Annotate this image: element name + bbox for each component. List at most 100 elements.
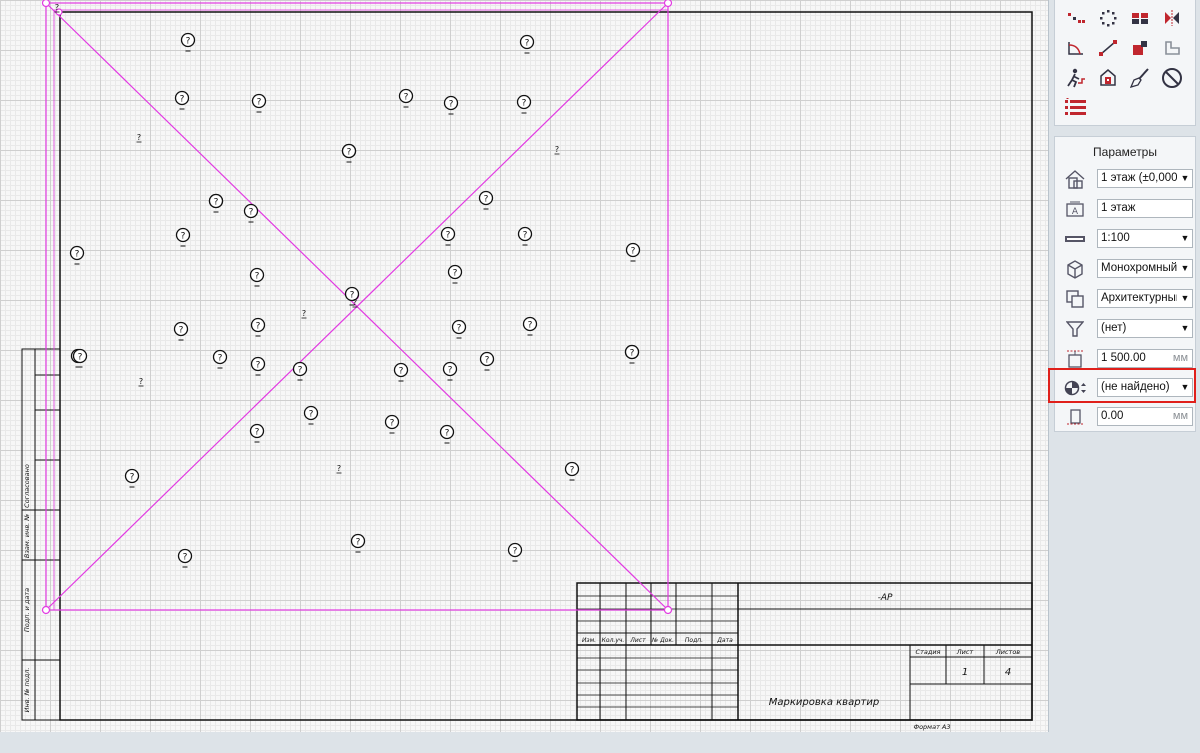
marker-label: ?	[298, 366, 303, 376]
apartment-marker[interactable]: ?	[384, 414, 400, 434]
apartment-marker[interactable]: ?	[212, 349, 228, 369]
marker-label: ?	[255, 428, 260, 438]
apartment-marker[interactable]: ?	[180, 32, 196, 52]
floor-row: 1 этаж (±0,000) ▼	[1061, 167, 1193, 191]
side-stamp-label: Инв. № подл.	[23, 668, 31, 713]
apartment-marker[interactable]: ?	[393, 362, 409, 382]
diagonal-line-icon[interactable]	[1095, 36, 1121, 60]
apartment-marker[interactable]: ?	[478, 190, 494, 210]
prohibit-icon[interactable]	[1159, 66, 1185, 90]
distribute-points-icon[interactable]	[1095, 6, 1121, 30]
apartment-marker[interactable]: ?	[292, 361, 308, 381]
pattern-sort-icon	[1063, 377, 1087, 399]
room-label: ?	[138, 377, 144, 387]
apartment-marker[interactable]: ?	[173, 321, 189, 341]
marker-label: ?	[523, 231, 528, 241]
side-stamp-label: Взам. инв. №	[23, 514, 31, 558]
apartment-marker[interactable]: ?	[442, 361, 458, 381]
apartment-marker[interactable]: ?	[249, 267, 265, 287]
drawing-sheet[interactable]: Согласовано Взам. инв. № Подп. и дата Инв. …	[0, 0, 1048, 732]
apartment-marker[interactable]: ?	[174, 90, 190, 110]
apartment-marker[interactable]: ?	[175, 227, 191, 247]
apartment-marker[interactable]: ?	[243, 203, 259, 223]
chevron-down-icon: ▼	[1178, 379, 1192, 396]
marker-label: ?	[255, 272, 260, 282]
apartment-marker[interactable]: ?	[625, 242, 641, 262]
numbered-list-icon[interactable]	[1063, 96, 1089, 120]
person-stairs-icon[interactable]	[1063, 66, 1089, 90]
fill-bucket-icon[interactable]	[1095, 66, 1121, 90]
marker-label: ?	[485, 356, 490, 366]
select-points-icon[interactable]	[1063, 6, 1089, 30]
apartment-marker[interactable]: ?	[439, 424, 455, 444]
grip-handle	[41, 605, 51, 615]
apartment-marker[interactable]: ?	[440, 226, 456, 246]
apartment-marker[interactable]: ?	[516, 94, 532, 114]
side-stamp-label: Согласовано	[23, 464, 31, 508]
marker-label: ?	[513, 547, 518, 557]
text-label-icon: A	[1063, 198, 1087, 220]
svg-text:A: A	[1072, 207, 1079, 217]
apartment-marker[interactable]: ?	[451, 319, 467, 339]
apartment-marker[interactable]: ?	[522, 316, 538, 336]
marker-label: ?	[525, 39, 530, 49]
drawing-canvas[interactable]: Согласовано Взам. инв. № Подп. и дата Инв. …	[0, 0, 1049, 732]
pattern-select[interactable]: (не найдено) ▼	[1097, 378, 1193, 397]
marker-label: ?	[399, 367, 404, 377]
marker-label: ?	[528, 321, 533, 331]
apartment-marker[interactable]: ?	[341, 143, 357, 163]
apartment-marker[interactable]: ?	[251, 93, 267, 113]
room-label: ?	[336, 464, 342, 474]
floor-select[interactable]: 1 этаж (±0,000) ▼	[1097, 169, 1193, 188]
project-code: -АР	[878, 593, 893, 603]
column-header: Изм.	[582, 637, 596, 644]
apartment-marker[interactable]: ?	[69, 245, 85, 265]
apartment-marker[interactable]: ?	[208, 193, 224, 213]
svg-text:?: ?	[337, 464, 341, 473]
apartment-marker[interactable]: ?	[72, 348, 88, 368]
apartment-marker[interactable]: ?	[249, 423, 265, 443]
apartment-marker[interactable]: ?	[303, 405, 319, 425]
marker-label: ?	[214, 198, 219, 208]
sheets-count: 4	[1005, 667, 1011, 678]
marker-label: ?	[449, 100, 454, 110]
scale-ruler-icon	[1063, 228, 1087, 250]
apartment-marker[interactable]: ?	[519, 34, 535, 54]
red-squares-icon[interactable]	[1127, 36, 1153, 60]
offset-icon	[1063, 406, 1087, 428]
sheet-number: 1	[962, 667, 968, 678]
color-mode-select[interactable]: Монохромный ▼	[1097, 259, 1193, 278]
window-layout-icon[interactable]	[1127, 6, 1153, 30]
marker-label: ?	[181, 232, 186, 242]
apartment-marker[interactable]: ?	[398, 88, 414, 108]
filter-select[interactable]: (нет) ▼	[1097, 319, 1193, 338]
marker-label: ?	[631, 247, 636, 257]
apartment-marker[interactable]: ?	[479, 351, 495, 371]
apartment-marker[interactable]: ?	[564, 461, 580, 481]
apartment-marker[interactable]: ?	[443, 95, 459, 115]
apartment-marker[interactable]: ?	[350, 533, 366, 553]
tools-panel	[1054, 0, 1196, 126]
grip-handle	[663, 0, 673, 8]
apartment-marker[interactable]: ?	[447, 264, 463, 284]
mirror-icon[interactable]	[1159, 6, 1185, 30]
apartment-marker[interactable]: ?	[517, 226, 533, 246]
angle-dimension-icon[interactable]	[1063, 36, 1089, 60]
discipline-select[interactable]: Архитектурный ▼	[1097, 289, 1193, 308]
apartment-marker[interactable]: ?	[624, 344, 640, 364]
apartment-marker[interactable]: ?	[250, 317, 266, 337]
apartment-marker[interactable]: ?	[507, 542, 523, 562]
brush-icon[interactable]	[1127, 66, 1153, 90]
corner-icon[interactable]	[1159, 36, 1185, 60]
apartment-marker[interactable]: ?	[124, 468, 140, 488]
apartment-marker[interactable]: ?	[250, 356, 266, 376]
color-mode-row: Монохромный ▼	[1061, 257, 1193, 281]
offset-input[interactable]: 0.00 мм	[1097, 407, 1193, 426]
sheet-header: Лист	[956, 648, 974, 656]
scale-select[interactable]: 1:100 ▼	[1097, 229, 1193, 248]
floor-name-input[interactable]: 1 этаж	[1097, 199, 1193, 218]
filter-icon	[1063, 318, 1087, 340]
grip-handle	[41, 0, 51, 8]
apartment-marker[interactable]: ?	[177, 548, 193, 568]
height-input[interactable]: 1 500.00 мм	[1097, 349, 1193, 368]
